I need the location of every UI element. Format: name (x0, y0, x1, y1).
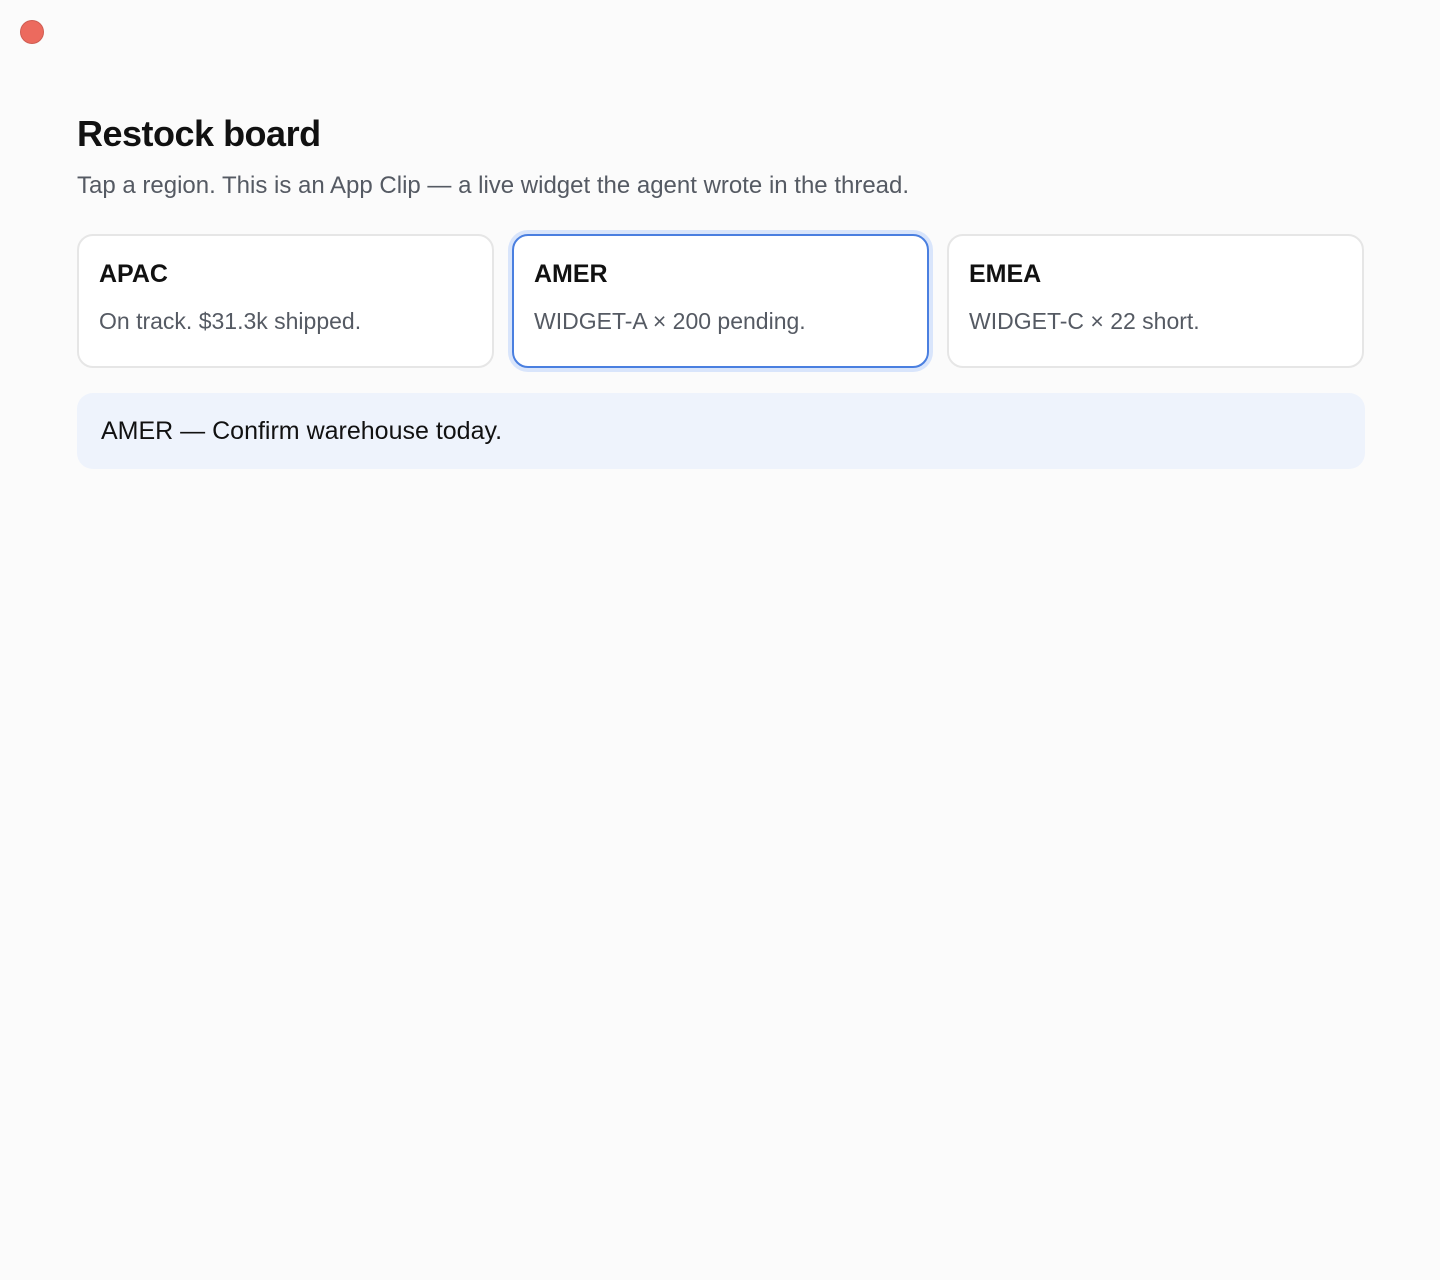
restock-board: Restock board Tap a region. This is an A… (77, 112, 1365, 469)
region-card-amer[interactable]: AMER WIDGET-A × 200 pending. (512, 234, 929, 368)
region-status: WIDGET-A × 200 pending. (534, 308, 806, 334)
page-subtitle: Tap a region. This is an App Clip — a li… (77, 172, 910, 199)
region-card-apac[interactable]: APAC On track. $31.3k shipped. (77, 234, 494, 368)
region-status: WIDGET-C × 22 short. (969, 308, 1200, 334)
region-detail-banner: AMER — Confirm warehouse today. (77, 393, 1365, 469)
region-cards: APAC On track. $31.3k shipped. AMER WIDG… (77, 234, 1364, 368)
region-status: On track. $31.3k shipped. (99, 308, 362, 334)
region-name: APAC (99, 260, 168, 288)
page-title: Restock board (77, 113, 321, 154)
region-card-emea[interactable]: EMEA WIDGET-C × 22 short. (947, 234, 1364, 368)
region-name: EMEA (969, 260, 1042, 288)
region-name: AMER (534, 260, 608, 288)
close-window-button[interactable] (20, 20, 44, 44)
